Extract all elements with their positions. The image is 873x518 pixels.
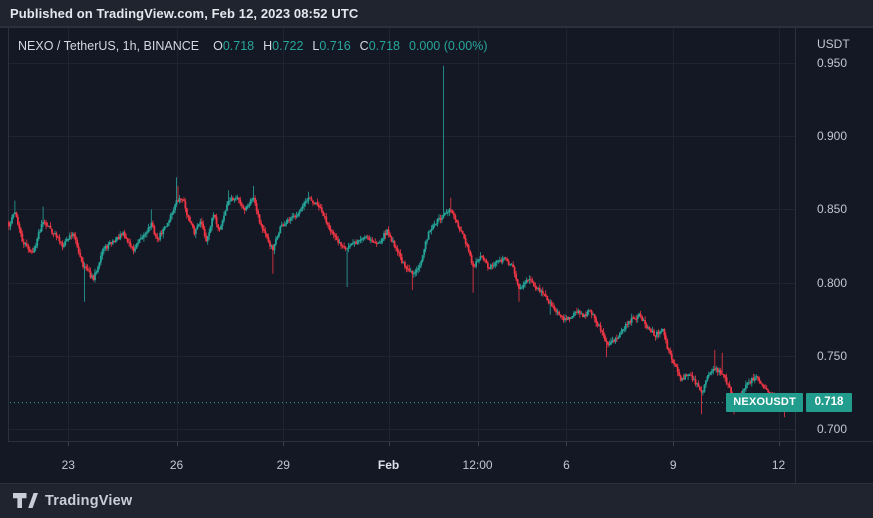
price-axis-label: 0.750 — [817, 349, 847, 363]
time-axis-label: 26 — [170, 458, 183, 472]
candlestick-plot[interactable] — [0, 28, 873, 483]
tradingview-brand-text: TradingView — [45, 493, 132, 509]
ohlc-low: L0.716 — [312, 39, 350, 53]
time-axis[interactable]: 23 26 29 Feb 12:00 6 9 12 — [0, 441, 873, 483]
price-axis-label: 0.900 — [817, 129, 847, 143]
time-axis-label: 23 — [62, 458, 75, 472]
quote-currency-label: USDT — [817, 37, 850, 51]
chart-legend: NEXO / TetherUS, 1h, BINANCE O0.718 H0.7… — [18, 39, 497, 53]
time-axis-label: 6 — [563, 458, 570, 472]
price-axis-label: 0.850 — [817, 202, 847, 216]
price-axis-label: 0.700 — [817, 422, 847, 436]
time-axis-label: 9 — [670, 458, 677, 472]
last-price-flag: 0.718 — [806, 393, 852, 412]
tradingview-logo-icon — [13, 493, 38, 509]
change-value: 0.000 (0.00%) — [409, 39, 488, 53]
footer-bar: TradingView — [0, 483, 873, 518]
time-axis-label: 12:00 — [463, 458, 493, 472]
price-axis-label: 0.800 — [817, 276, 847, 290]
ohlc-close: C0.718 — [360, 39, 400, 53]
chart-area[interactable]: NEXO / TetherUS, 1h, BINANCE O0.718 H0.7… — [0, 28, 873, 483]
published-bar: Published on TradingView.com, Feb 12, 20… — [0, 0, 873, 28]
down-candles — [8, 186, 785, 417]
published-text: Published on TradingView.com, Feb 12, 20… — [10, 6, 358, 21]
candles — [8, 66, 785, 417]
symbol-title[interactable]: NEXO / TetherUS, 1h, BINANCE — [18, 39, 199, 53]
panel-borders — [8, 28, 873, 483]
time-axis-label: 29 — [277, 458, 290, 472]
ohlc-open: O0.718 — [213, 39, 254, 53]
ohlc-high: H0.722 — [263, 39, 303, 53]
time-axis-label: 12 — [772, 458, 785, 472]
symbol-price-flag: NEXOUSDT — [726, 393, 803, 412]
tradingview-published-chart: Published on TradingView.com, Feb 12, 20… — [0, 0, 873, 518]
price-axis-label: 0.950 — [817, 56, 847, 70]
price-axis[interactable]: 0.950 0.900 0.850 0.800 0.750 0.700 — [796, 28, 873, 441]
tradingview-brand-link[interactable]: TradingView — [13, 493, 132, 509]
time-axis-label: Feb — [378, 458, 399, 472]
